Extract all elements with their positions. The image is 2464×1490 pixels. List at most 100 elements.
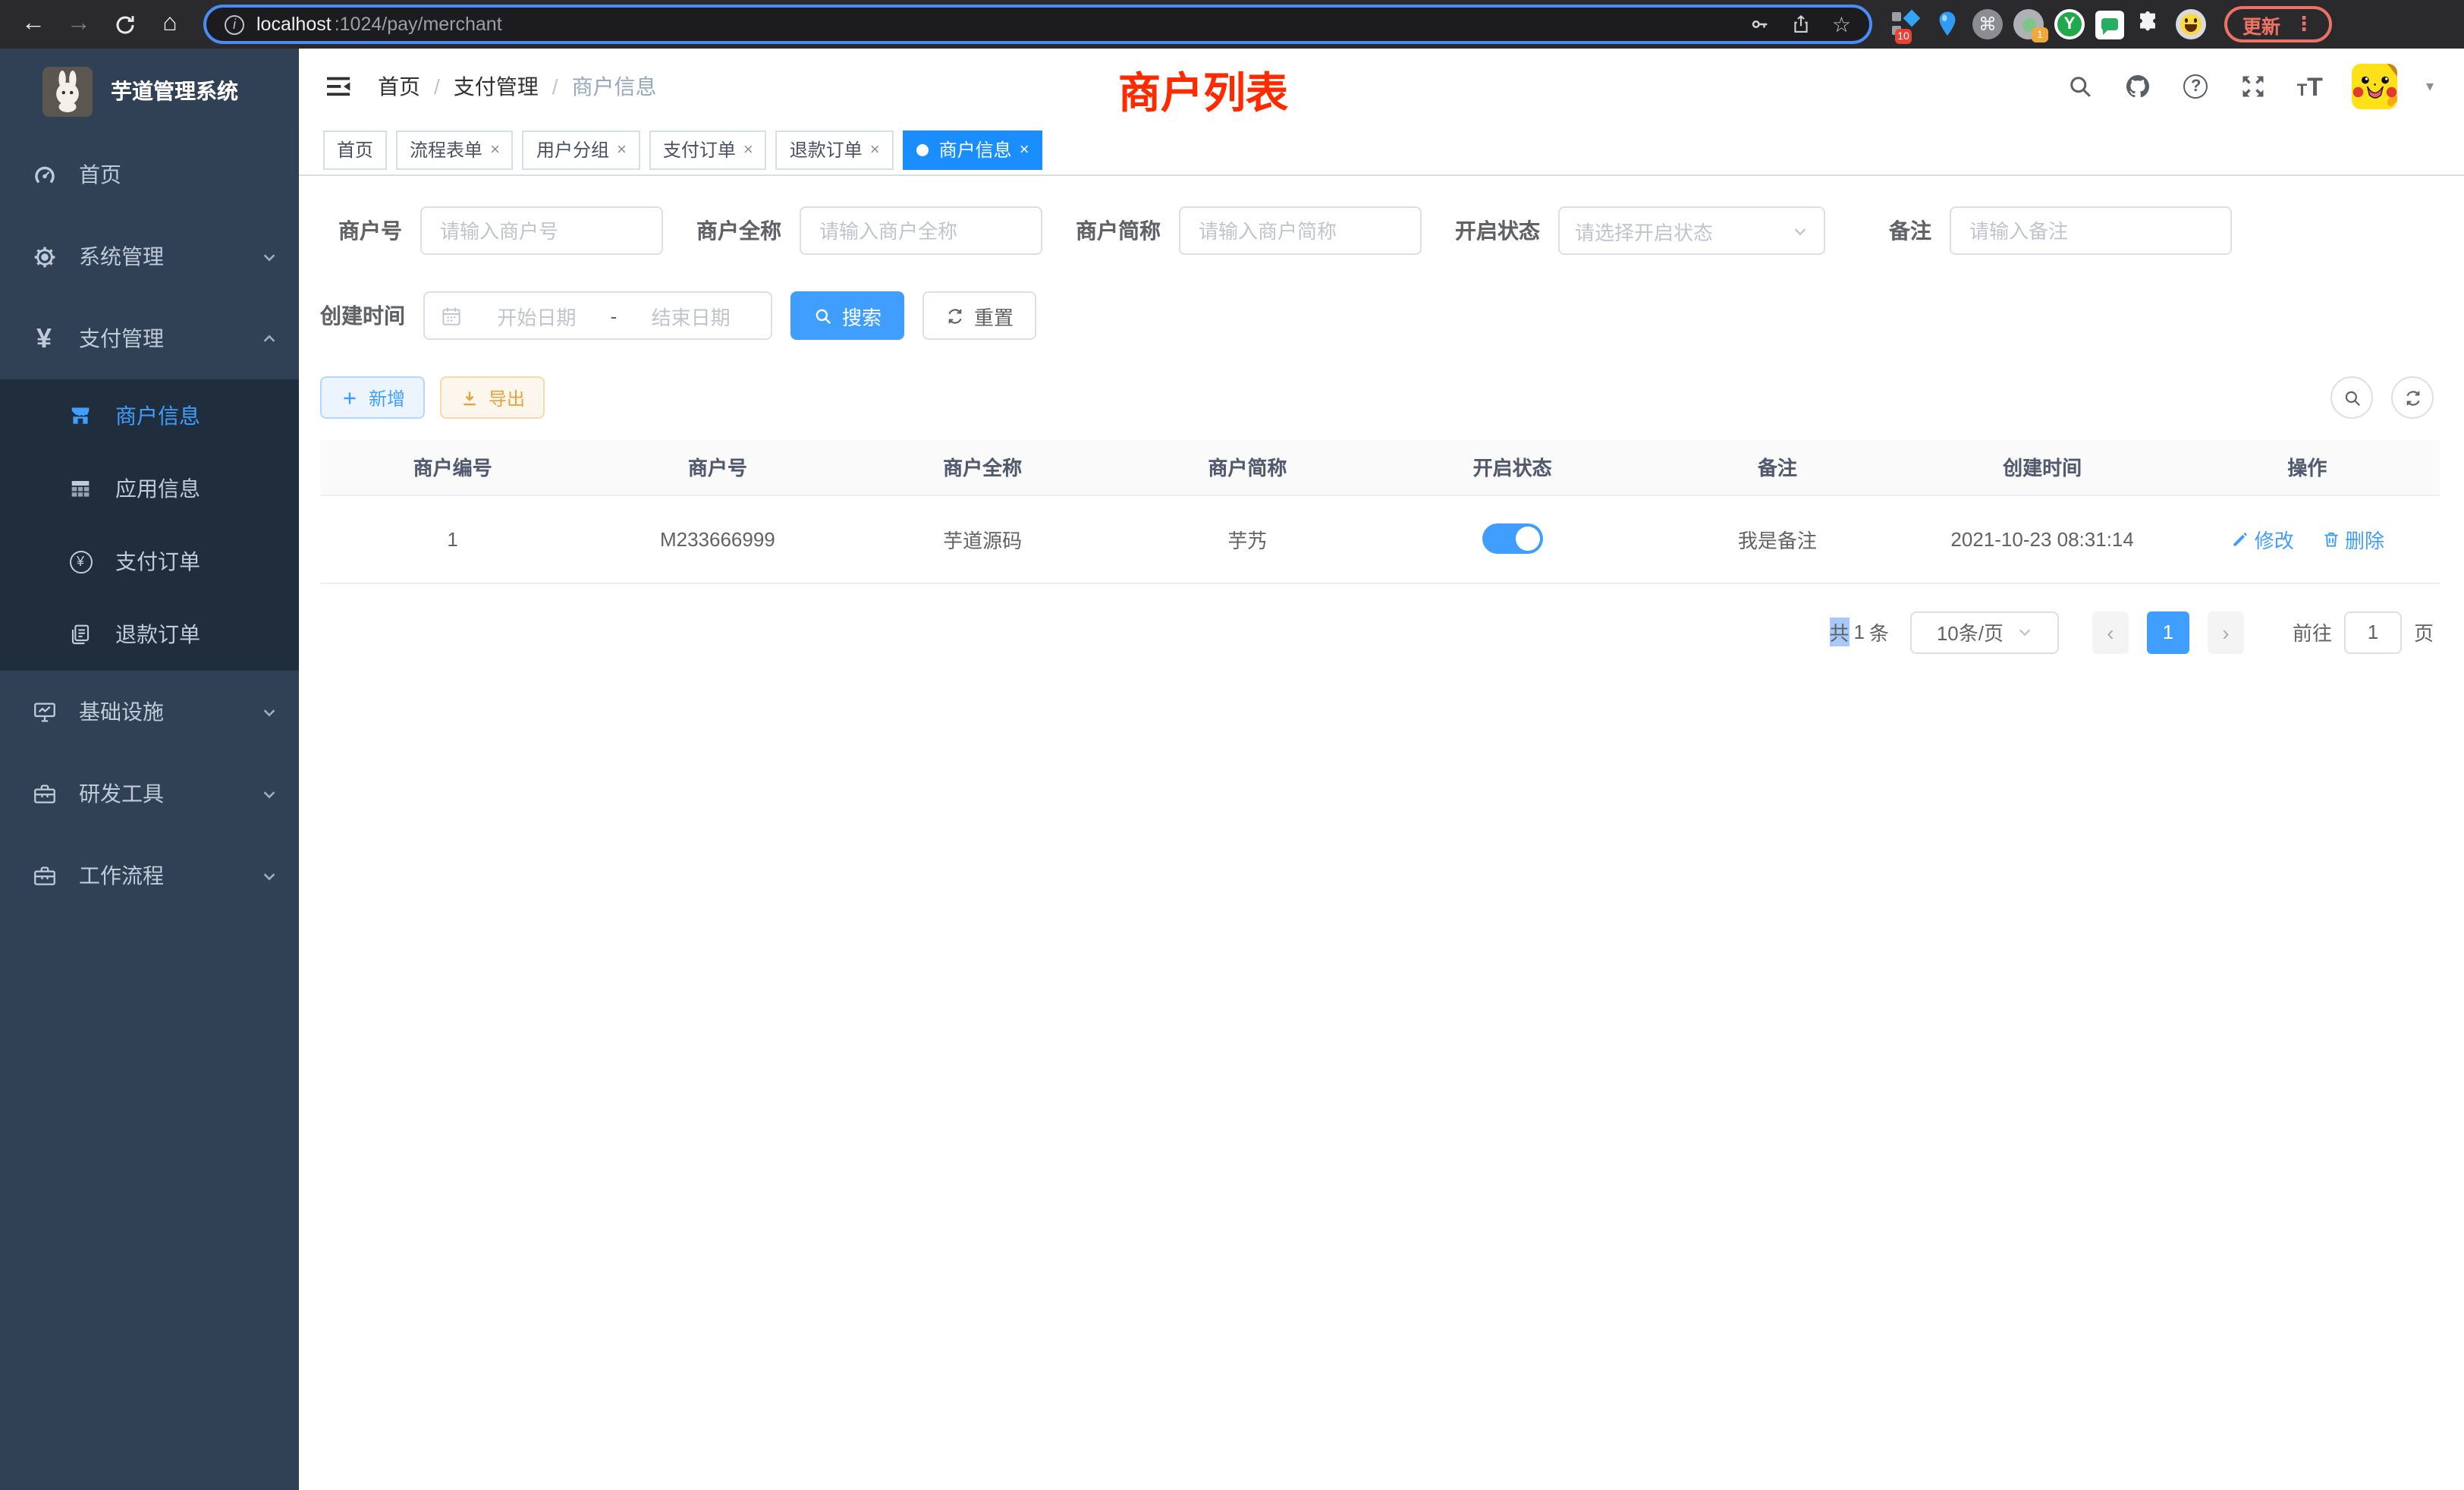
sidebar-logo[interactable]: 芋道管理系统 xyxy=(0,49,299,134)
reset-button[interactable]: 重置 xyxy=(922,291,1036,340)
close-icon[interactable]: × xyxy=(1020,140,1029,159)
tab-pay-order[interactable]: 支付订单× xyxy=(649,130,767,169)
table-header-row: 商户编号 商户号 商户全称 商户简称 开启状态 备注 创建时间 操作 xyxy=(320,440,2440,495)
share-icon[interactable] xyxy=(1791,14,1812,35)
tab-refund-order[interactable]: 退款订单× xyxy=(776,130,894,169)
next-page-button[interactable]: › xyxy=(2208,611,2244,653)
table-row: 1 M233666999 芋道源码 芋艿 我是备注 2021-10-23 08:… xyxy=(320,495,2440,583)
chat-bubble xyxy=(2101,18,2118,30)
toggle-knob xyxy=(1516,527,1540,551)
user-avatar[interactable] xyxy=(2352,64,2397,109)
full-name-input[interactable] xyxy=(800,206,1042,255)
add-button[interactable]: 新增 xyxy=(320,376,425,419)
page-number-1[interactable]: 1 xyxy=(2147,611,2189,653)
browser-reload-button[interactable] xyxy=(103,6,146,42)
sidebar-item-merchant[interactable]: 商户信息 xyxy=(0,379,299,452)
page-size-select[interactable]: 10条/页 xyxy=(1910,611,2059,653)
close-icon[interactable]: × xyxy=(870,140,880,159)
extension-y-icon[interactable]: Y xyxy=(2054,9,2085,39)
download-icon xyxy=(460,388,479,407)
sidebar-item-pay-order[interactable]: ¥ 支付订单 xyxy=(0,525,299,598)
shop-icon xyxy=(67,402,94,429)
remark-input[interactable] xyxy=(1950,206,2232,255)
breadcrumb-separator: / xyxy=(552,74,558,99)
sidebar-item-app[interactable]: 应用信息 xyxy=(0,452,299,525)
breadcrumb-home[interactable]: 首页 xyxy=(378,71,420,102)
browser-forward-button[interactable]: → xyxy=(58,6,100,42)
short-name-input[interactable] xyxy=(1179,206,1422,255)
sidebar-item-pay[interactable]: ¥ 支付管理 xyxy=(0,297,299,379)
fullscreen-icon[interactable] xyxy=(2239,72,2268,101)
chevron-down-icon xyxy=(2016,624,2032,640)
search-icon[interactable] xyxy=(2066,72,2095,101)
search-button-label: 搜索 xyxy=(842,301,882,330)
col-status: 开启状态 xyxy=(1380,440,1645,495)
col-remark: 备注 xyxy=(1645,440,1909,495)
sidebar-item-refund-order[interactable]: 退款订单 xyxy=(0,598,299,671)
total-count: 1 xyxy=(1853,621,1864,643)
end-date-placeholder: 结束日期 xyxy=(626,301,756,330)
password-key-icon[interactable] xyxy=(1750,14,1771,35)
show-search-toggle-button[interactable] xyxy=(2330,376,2373,419)
browser-back-button[interactable]: ← xyxy=(12,6,55,42)
tab-merchant-info[interactable]: 商户信息× xyxy=(903,130,1043,169)
emoji-face xyxy=(2180,14,2202,35)
tab-home[interactable]: 首页 xyxy=(323,130,387,169)
address-bar[interactable]: i localhost :1024/pay/merchant ☆ xyxy=(203,5,1872,44)
sidebar-item-label: 工作流程 xyxy=(79,860,240,891)
tags-view-bar: 首页 流程表单× 用户分组× 支付订单× 退款订单× 商户信息× xyxy=(299,124,2464,176)
extension-status-icon[interactable]: 1 xyxy=(2013,9,2044,39)
extensions-puzzle-icon[interactable] xyxy=(2135,9,2165,39)
avatar-caret-icon[interactable]: ▾ xyxy=(2426,78,2434,95)
screen: ← → ⌂ i localhost :1024/pay/merchant ☆ 1… xyxy=(0,0,2464,1490)
browser-update-button[interactable]: 更新 ⋮ xyxy=(2224,6,2332,42)
merchant-no-input[interactable] xyxy=(420,206,663,255)
close-icon[interactable]: × xyxy=(617,140,627,159)
github-icon[interactable] xyxy=(2124,72,2153,101)
close-icon[interactable]: × xyxy=(490,140,500,159)
cell-remark: 我是备注 xyxy=(1645,495,1909,583)
trash-icon xyxy=(2321,529,2340,549)
close-icon[interactable]: × xyxy=(743,140,753,159)
sidebar-item-infra[interactable]: 基础设施 xyxy=(0,671,299,753)
tab-user-group[interactable]: 用户分组× xyxy=(523,130,640,169)
browser-home-button[interactable]: ⌂ xyxy=(149,6,191,42)
profile-avatar-icon[interactable] xyxy=(2176,9,2206,39)
extension-grid-icon[interactable]: 10 xyxy=(1890,9,1921,39)
export-button[interactable]: 导出 xyxy=(440,376,545,419)
reload-icon xyxy=(113,13,136,36)
delete-link[interactable]: 删除 xyxy=(2321,524,2384,553)
sidebar-item-dev-tools[interactable]: 研发工具 xyxy=(0,753,299,835)
status-toggle[interactable] xyxy=(1482,523,1543,554)
breadcrumb-section[interactable]: 支付管理 xyxy=(454,71,539,102)
extension-command-icon[interactable]: ⌘ xyxy=(1972,9,2003,39)
sidebar-item-workflow[interactable]: 工作流程 xyxy=(0,835,299,916)
create-time-range-picker[interactable]: 开始日期 - 结束日期 xyxy=(423,291,772,340)
prev-page-button[interactable]: ‹ xyxy=(2092,611,2129,653)
extensions-area: 10 ⌘ 1 Y xyxy=(1890,9,2206,39)
bookmark-star-icon[interactable]: ☆ xyxy=(1832,14,1851,35)
sidebar-collapse-icon[interactable] xyxy=(323,71,354,102)
site-info-icon[interactable]: i xyxy=(225,14,244,34)
short-name-label: 商户简称 xyxy=(1076,215,1161,246)
sidebar-item-home[interactable]: 首页 xyxy=(0,134,299,215)
sidebar-item-system[interactable]: 系统管理 xyxy=(0,215,299,297)
add-button-label: 新增 xyxy=(369,385,405,410)
status-select[interactable]: 请选择开启状态 xyxy=(1558,206,1825,255)
breadcrumb-separator: / xyxy=(434,74,440,99)
refresh-table-button[interactable] xyxy=(2391,376,2434,419)
help-icon[interactable]: ? xyxy=(2182,72,2211,101)
browser-menu-icon[interactable]: ⋮ xyxy=(2294,12,2314,36)
goto-page-input[interactable] xyxy=(2344,611,2402,653)
tab-process-form[interactable]: 流程表单× xyxy=(396,130,514,169)
cell-actions: 修改 删除 xyxy=(2175,495,2440,583)
search-button[interactable]: 搜索 xyxy=(790,291,904,340)
cell-status xyxy=(1380,495,1645,583)
tab-label: 首页 xyxy=(337,137,373,162)
font-size-icon[interactable]: TT xyxy=(2297,74,2323,99)
question-glyph: ? xyxy=(2184,74,2208,99)
extension-pin-icon[interactable] xyxy=(1931,9,1962,39)
edit-link[interactable]: 修改 xyxy=(2230,524,2294,553)
extension-chat-icon[interactable] xyxy=(2095,10,2124,39)
table-toolbar: 新增 导出 xyxy=(320,376,2440,419)
